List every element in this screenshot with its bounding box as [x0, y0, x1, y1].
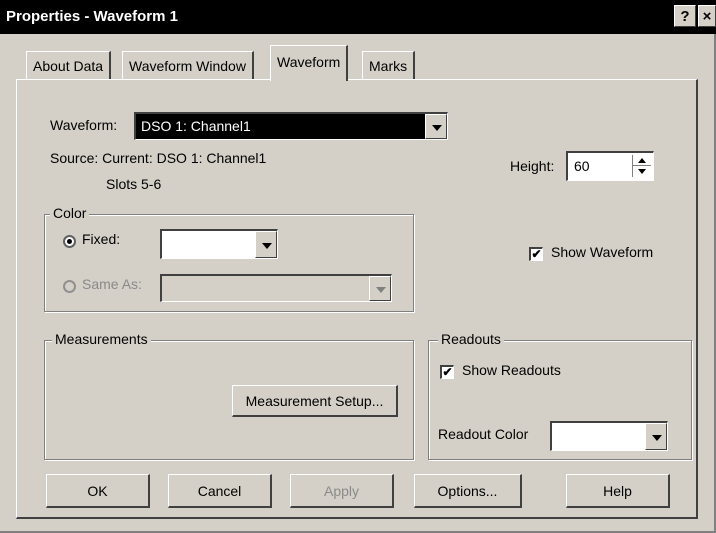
apply-button[interactable]: Apply [290, 474, 394, 508]
chevron-down-icon[interactable] [645, 423, 667, 450]
help-button[interactable]: Help [566, 474, 670, 508]
show-waveform-label: Show Waveform [551, 244, 654, 260]
waveform-combobox-value: DSO 1: Channel1 [141, 118, 251, 134]
tab-marks[interactable]: Marks [362, 51, 416, 79]
chevron-down-icon[interactable] [369, 276, 391, 301]
show-waveform-checkbox[interactable]: ✔ [529, 247, 543, 261]
show-readouts-checkbox[interactable]: ✔ [440, 365, 454, 379]
readout-color-label: Readout Color [438, 426, 529, 442]
show-readouts-label: Show Readouts [462, 362, 561, 378]
height-label: Height: [510, 158, 555, 174]
chevron-down-icon[interactable] [425, 114, 447, 139]
measurements-group-label: Measurements [52, 331, 151, 347]
height-spinner[interactable]: 60 [566, 151, 654, 181]
tab-waveform[interactable]: Waveform [270, 45, 349, 81]
title-bar: Properties - Waveform 1 [0, 0, 716, 34]
same-as-radio[interactable] [63, 280, 76, 293]
ok-button[interactable]: OK [46, 474, 150, 508]
tab-about-data[interactable]: About Data [26, 51, 112, 79]
properties-dialog: Properties - Waveform 1 ? × About Data W… [0, 0, 716, 533]
slots-label: Slots 5-6 [106, 176, 162, 192]
waveform-label: Waveform: [50, 117, 118, 133]
measurement-setup-button[interactable]: Measurement Setup... [232, 385, 398, 417]
same-as-combobox[interactable] [160, 274, 392, 302]
readouts-group-label: Readouts [438, 331, 504, 347]
options-button[interactable]: Options... [414, 474, 522, 508]
color-group-label: Color [50, 205, 90, 221]
cancel-button[interactable]: Cancel [168, 474, 272, 508]
spinner-arrows-icon[interactable] [632, 155, 651, 177]
source-label: Source: Current: DSO 1: Channel1 [50, 150, 267, 166]
fixed-radio[interactable] [63, 235, 76, 248]
window-title: Properties - Waveform 1 [6, 8, 178, 25]
waveform-combobox[interactable]: DSO 1: Channel1 [134, 112, 448, 140]
close-icon-button[interactable]: × [698, 5, 716, 27]
readout-color-picker[interactable] [550, 421, 668, 451]
height-value: 60 [574, 158, 590, 174]
chevron-down-icon[interactable] [255, 231, 277, 258]
help-icon-button[interactable]: ? [674, 5, 696, 27]
same-as-label: Same As: [82, 276, 142, 292]
tab-waveform-window[interactable]: Waveform Window [122, 51, 254, 79]
fixed-label: Fixed: [82, 231, 121, 247]
fixed-color-picker[interactable] [160, 229, 278, 259]
